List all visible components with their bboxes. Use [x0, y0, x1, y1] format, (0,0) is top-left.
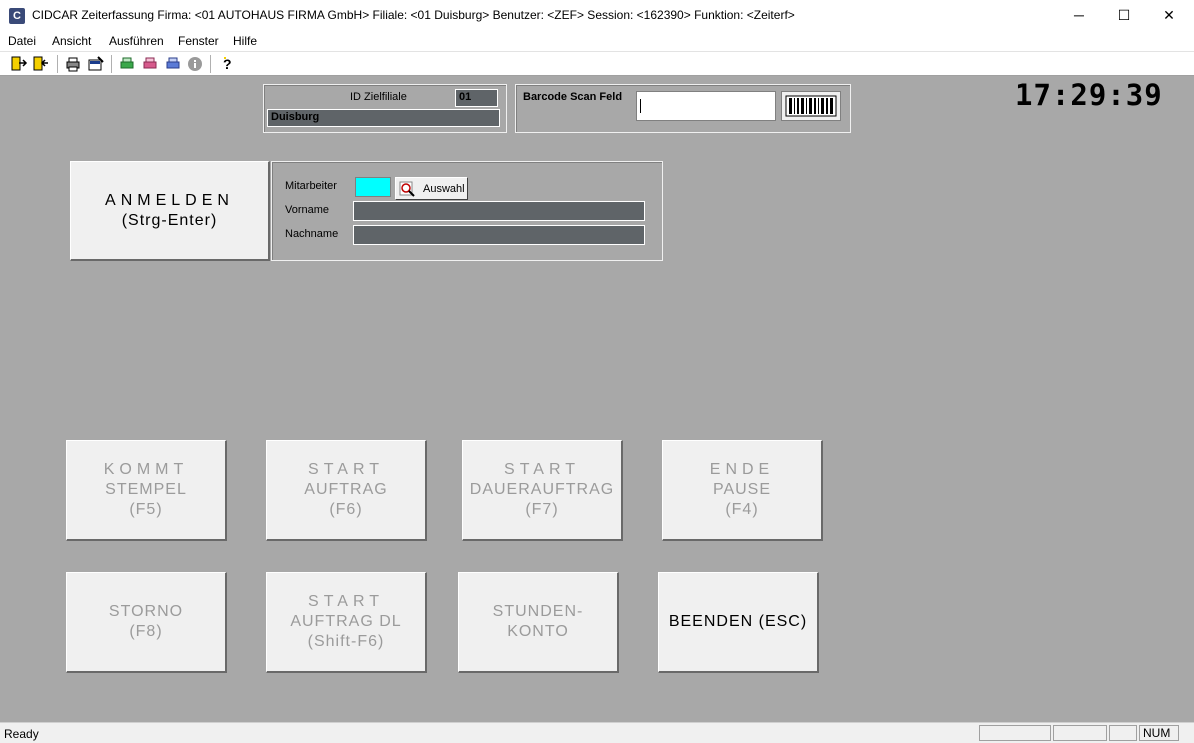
- exit-icon[interactable]: [10, 55, 28, 73]
- barcode-icon: [785, 95, 837, 117]
- mitarbeiter-input[interactable]: [355, 177, 391, 197]
- filiale-name-field: Duisburg: [267, 109, 500, 127]
- menu-hilfe[interactable]: Hilfe: [233, 34, 257, 48]
- search-icon: [399, 181, 415, 197]
- app-icon: C: [9, 8, 25, 24]
- button-shortcut: (F6): [329, 501, 363, 518]
- button-line: STEMPEL: [105, 481, 187, 498]
- auswahl-button[interactable]: Auswahl: [395, 177, 468, 200]
- button-line: STUNDEN-: [492, 603, 584, 620]
- id-zielfiliale-label: ID Zielfiliale: [350, 91, 407, 103]
- vorname-field[interactable]: [353, 201, 645, 221]
- text-cursor: [640, 99, 641, 113]
- beenden-button[interactable]: BEENDEN (ESC): [658, 572, 819, 673]
- login-panel: Mitarbeiter Auswahl Vorname Nachname: [271, 161, 663, 261]
- start-dauerauftrag-button[interactable]: START DAUERAUFTRAG (F7): [462, 440, 623, 541]
- status-cell: [1053, 725, 1107, 741]
- button-shortcut: (Shift-F6): [307, 633, 385, 650]
- mitarbeiter-label: Mitarbeiter: [285, 180, 337, 192]
- stundenkonto-button[interactable]: STUNDEN- KONTO: [458, 572, 619, 673]
- maximize-button[interactable]: ☐: [1101, 0, 1147, 31]
- vorname-label: Vorname: [285, 204, 330, 216]
- kommt-stempel-button[interactable]: KOMMT STEMPEL (F5): [66, 440, 227, 541]
- print-blue-icon[interactable]: [164, 55, 182, 73]
- start-auftrag-dl-button[interactable]: START AUFTRAG DL (Shift-F6): [266, 572, 427, 673]
- status-cell: [1109, 725, 1137, 741]
- toolbar-separator: [111, 55, 112, 73]
- button-line: KOMMT: [103, 461, 189, 478]
- start-auftrag-button[interactable]: START AUFTRAG (F6): [266, 440, 427, 541]
- button-shortcut: (F7): [525, 501, 559, 518]
- menu-fenster[interactable]: Fenster: [178, 34, 219, 48]
- id-zielfiliale-field[interactable]: 01: [455, 89, 498, 107]
- main-area: ID Zielfiliale 01 Duisburg Barcode Scan …: [0, 76, 1194, 722]
- storno-button[interactable]: STORNO (F8): [66, 572, 227, 673]
- print-preview-icon[interactable]: [87, 55, 105, 73]
- status-text: Ready: [4, 727, 39, 741]
- print-pink-icon[interactable]: [141, 55, 159, 73]
- clock-display: 17:29:39: [1015, 78, 1163, 112]
- button-shortcut: (F4): [725, 501, 759, 518]
- button-line: PAUSE: [712, 481, 772, 498]
- anmelden-shortcut: (Strg-Enter): [121, 211, 218, 229]
- status-bar: Ready NUM: [0, 722, 1194, 743]
- toolbar-separator: [210, 55, 211, 73]
- ende-pause-button[interactable]: ENDE PAUSE (F4): [662, 440, 823, 541]
- close-button[interactable]: ✕: [1146, 0, 1192, 31]
- print-icon[interactable]: [64, 55, 82, 73]
- button-line: START: [308, 461, 384, 478]
- toolbar: ?: [0, 51, 1194, 76]
- button-line: START: [504, 461, 580, 478]
- barcode-panel: Barcode Scan Feld: [515, 84, 851, 133]
- button-shortcut: (F8): [129, 623, 163, 640]
- info-icon[interactable]: [186, 55, 204, 73]
- menu-datei[interactable]: Datei: [8, 34, 36, 48]
- barcode-scan-button[interactable]: [781, 91, 841, 121]
- help-icon[interactable]: ?: [218, 55, 236, 73]
- button-line: START: [308, 593, 384, 610]
- num-lock-indicator: NUM: [1139, 725, 1179, 741]
- button-line: AUFTRAG DL: [290, 613, 402, 630]
- filiale-panel: ID Zielfiliale 01 Duisburg: [263, 84, 507, 133]
- button-line: AUFTRAG: [304, 481, 388, 498]
- anmelden-button[interactable]: ANMELDEN (Strg-Enter): [70, 161, 270, 261]
- button-line: DAUERAUFTRAG: [469, 481, 615, 498]
- button-line: KONTO: [507, 623, 569, 640]
- button-line: ENDE: [709, 461, 775, 478]
- button-shortcut: (F5): [129, 501, 163, 518]
- menu-bar: Datei Ansicht Ausführen Fenster Hilfe: [0, 31, 1194, 51]
- nachname-field[interactable]: [353, 225, 645, 245]
- print-green-icon[interactable]: [118, 55, 136, 73]
- exit-alt-icon[interactable]: [32, 55, 50, 73]
- toolbar-separator: [57, 55, 58, 73]
- menu-ausfuehren[interactable]: Ausführen: [109, 34, 164, 48]
- nachname-label: Nachname: [285, 228, 339, 240]
- anmelden-label: ANMELDEN: [105, 191, 234, 209]
- window-title: CIDCAR Zeiterfassung Firma: <01 AUTOHAUS…: [32, 8, 795, 22]
- button-line: STORNO: [108, 603, 184, 620]
- barcode-input[interactable]: [636, 91, 776, 121]
- status-cell: [979, 725, 1051, 741]
- minimize-button[interactable]: ─: [1056, 0, 1102, 31]
- menu-ansicht[interactable]: Ansicht: [52, 34, 91, 48]
- barcode-label: Barcode Scan Feld: [523, 91, 623, 103]
- auswahl-label: Auswahl: [423, 183, 465, 195]
- button-line: BEENDEN (ESC): [668, 613, 808, 630]
- title-bar[interactable]: C CIDCAR Zeiterfassung Firma: <01 AUTOHA…: [0, 0, 1194, 31]
